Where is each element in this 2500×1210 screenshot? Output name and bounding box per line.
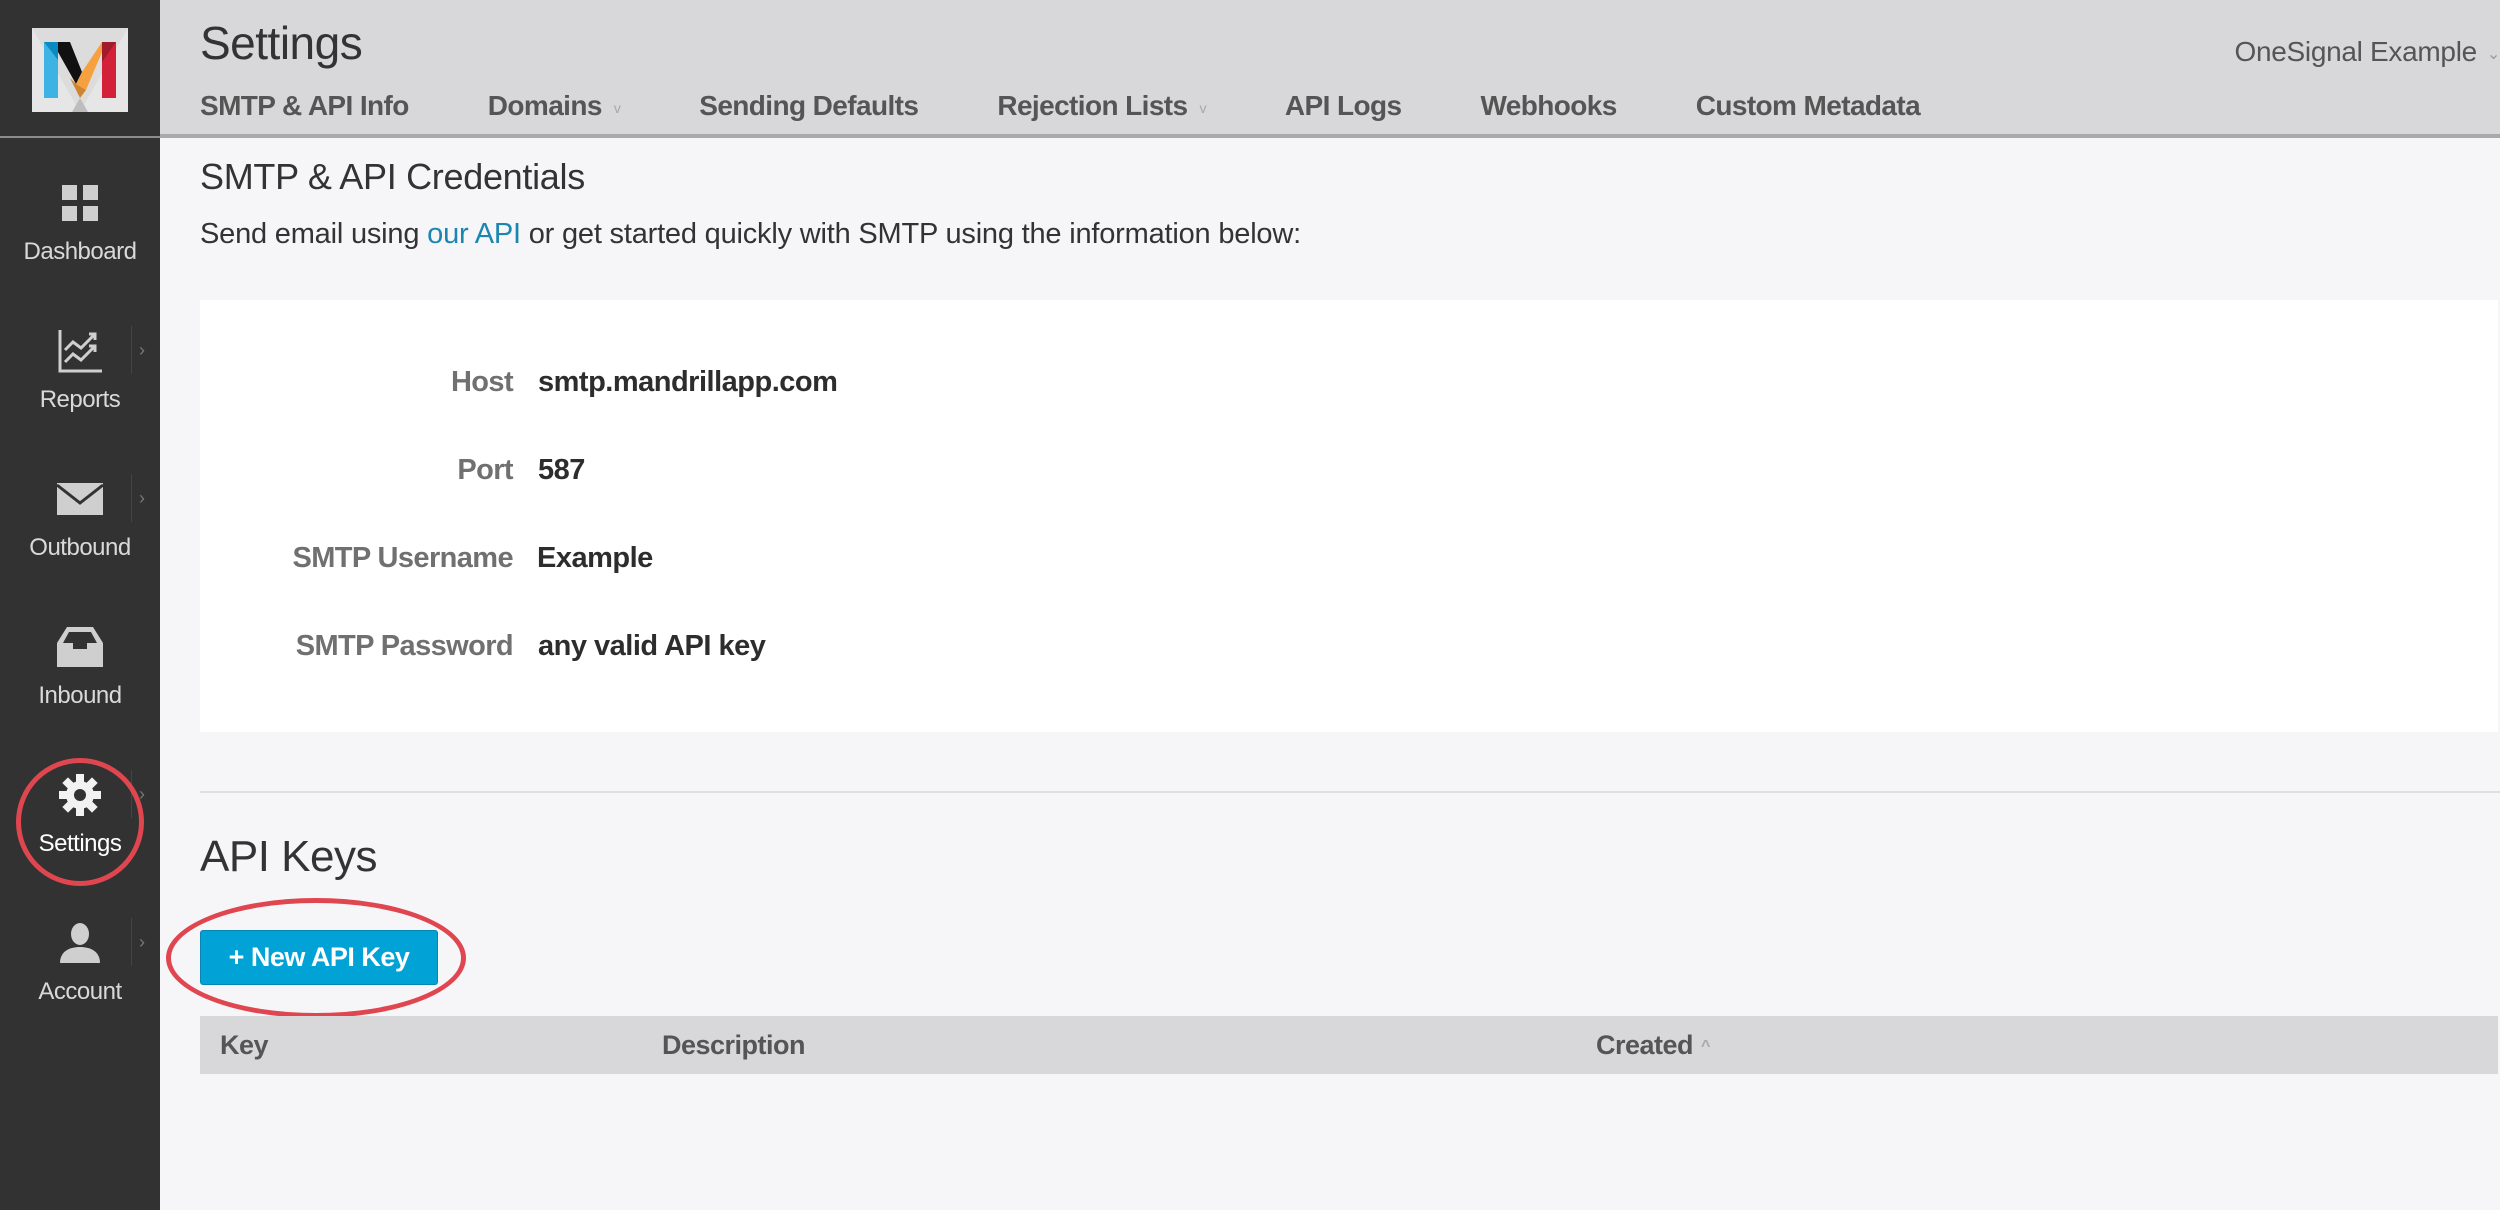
credential-label: Port — [457, 454, 513, 486]
sidebar-item-label: Account — [38, 978, 122, 1005]
mandrill-logo[interactable] — [32, 28, 128, 112]
page-header: Settings OneSignal Example ⌄ SMTP & API I… — [160, 0, 2500, 138]
sidebar-item-label: Settings — [38, 830, 122, 857]
inbox-tray-icon — [55, 622, 105, 672]
intro-text: Send email using — [200, 218, 428, 250]
tab-domains[interactable]: Domains v — [487, 90, 621, 122]
credentials-title: SMTP & API Credentials — [200, 156, 585, 197]
account-name: OneSignal Example — [2234, 36, 2478, 67]
outbound-submenu-chevron-icon[interactable]: › — [131, 474, 152, 522]
new-api-key-button[interactable]: + New API Key — [200, 930, 438, 985]
credential-row-password: SMTP Password any valid API key — [200, 630, 2498, 680]
chevron-down-icon: ⌄ — [2486, 45, 2500, 63]
tab-label: API Logs — [1284, 90, 1402, 121]
credential-row-port: Port 587 — [200, 454, 2498, 504]
sidebar-item-outbound[interactable]: › Outbound — [0, 474, 160, 594]
logo-area — [0, 0, 160, 138]
tab-label: Sending Defaults — [699, 90, 919, 121]
sidebar-item-account[interactable]: › Account — [0, 918, 160, 1038]
column-header-key[interactable]: Key — [220, 1030, 269, 1061]
sidebar-item-label: Outbound — [29, 534, 131, 561]
credential-label: SMTP Password — [295, 630, 514, 662]
column-label: Created — [1596, 1030, 1694, 1060]
tab-sending-defaults[interactable]: Sending Defaults — [699, 90, 919, 122]
intro-text: or get started quickly with SMTP using t… — [520, 218, 1301, 250]
credential-label: Host — [450, 366, 514, 398]
api-keys-title: API Keys — [200, 832, 377, 881]
mandrill-m-icon — [32, 28, 128, 112]
settings-tabs: SMTP & API Info Domains v Sending Default… — [200, 90, 1999, 122]
chevron-down-icon: v — [1199, 99, 1207, 116]
tab-custom-metadata[interactable]: Custom Metadata — [1695, 90, 1921, 122]
sidebar-item-reports[interactable]: › Reports — [0, 326, 160, 446]
page-title: Settings — [200, 17, 363, 69]
tab-label: Domains — [487, 90, 603, 121]
tab-label: Custom Metadata — [1695, 90, 1921, 121]
envelope-icon — [55, 474, 105, 524]
credential-value[interactable]: 587 — [538, 454, 585, 487]
credential-row-host: Host smtp.mandrillapp.com — [200, 366, 2498, 416]
column-label: Description — [662, 1030, 806, 1060]
credential-value[interactable]: Example — [537, 542, 653, 575]
user-icon — [55, 918, 105, 968]
tab-label: Webhooks — [1480, 90, 1617, 121]
credential-row-username: SMTP Username Example — [200, 542, 2498, 592]
sidebar: Dashboard › Reports › Outbound Inbound ›… — [0, 0, 160, 1210]
chart-icon — [55, 326, 105, 376]
our-api-link[interactable]: our API — [427, 218, 521, 250]
tab-label: SMTP & API Info — [200, 90, 409, 121]
sidebar-item-inbound[interactable]: Inbound — [0, 622, 160, 742]
sidebar-item-label: Dashboard — [23, 238, 137, 265]
gear-icon — [55, 770, 105, 820]
credential-value[interactable]: smtp.mandrillapp.com — [538, 366, 838, 399]
account-submenu-chevron-icon[interactable]: › — [131, 918, 152, 966]
account-switcher[interactable]: OneSignal Example ⌄ — [2235, 36, 2500, 68]
tab-api-logs[interactable]: API Logs — [1285, 90, 1402, 122]
api-keys-table-header: Key Description Created ^ — [200, 1016, 2498, 1074]
column-header-description[interactable]: Description — [662, 1030, 806, 1061]
sidebar-item-dashboard[interactable]: Dashboard — [0, 178, 160, 298]
sidebar-item-settings[interactable]: › Settings — [0, 770, 160, 890]
settings-submenu-chevron-icon[interactable]: › — [131, 770, 152, 818]
tab-label: Rejection Lists — [997, 90, 1188, 121]
tab-smtp-api-info[interactable]: SMTP & API Info — [200, 90, 409, 122]
credentials-intro: Send email using our API or get started … — [200, 218, 1301, 251]
column-header-created[interactable]: Created ^ — [1596, 1030, 1710, 1061]
tab-webhooks[interactable]: Webhooks — [1480, 90, 1617, 122]
credentials-card: Host smtp.mandrillapp.com Port 587 SMTP … — [200, 300, 2498, 732]
credential-label: SMTP Username — [292, 542, 513, 574]
credential-value[interactable]: any valid API key — [538, 630, 766, 663]
sidebar-item-label: Inbound — [38, 682, 122, 709]
chevron-down-icon: v — [613, 99, 621, 116]
sidebar-item-label: Reports — [39, 386, 121, 413]
tab-rejection-lists[interactable]: Rejection Lists v — [997, 90, 1206, 122]
reports-submenu-chevron-icon[interactable]: › — [131, 326, 152, 374]
section-divider — [200, 791, 2500, 793]
sort-ascending-icon: ^ — [1701, 1037, 1710, 1055]
column-label: Key — [220, 1030, 269, 1060]
dashboard-grid-icon — [55, 178, 105, 228]
